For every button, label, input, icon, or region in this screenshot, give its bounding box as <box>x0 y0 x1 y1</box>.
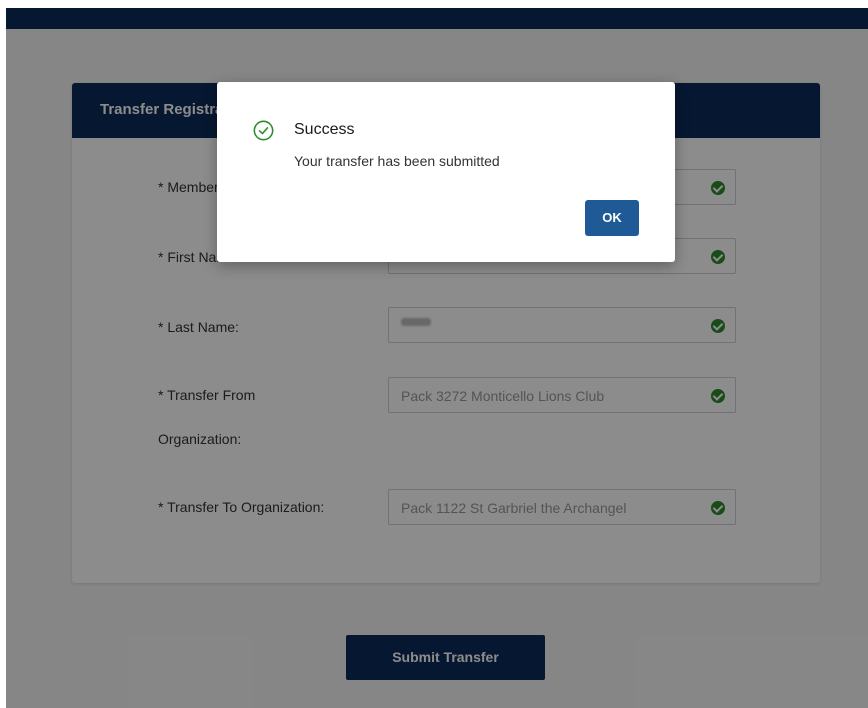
success-dialog: Success Your transfer has been submitted… <box>217 82 675 262</box>
success-check-icon <box>253 120 274 141</box>
page: Transfer Registration * Member ID: * Fir… <box>6 8 868 708</box>
dialog-message: Your transfer has been submitted <box>294 153 500 169</box>
dialog-title: Success <box>294 121 355 138</box>
ok-button[interactable]: OK <box>585 200 639 236</box>
